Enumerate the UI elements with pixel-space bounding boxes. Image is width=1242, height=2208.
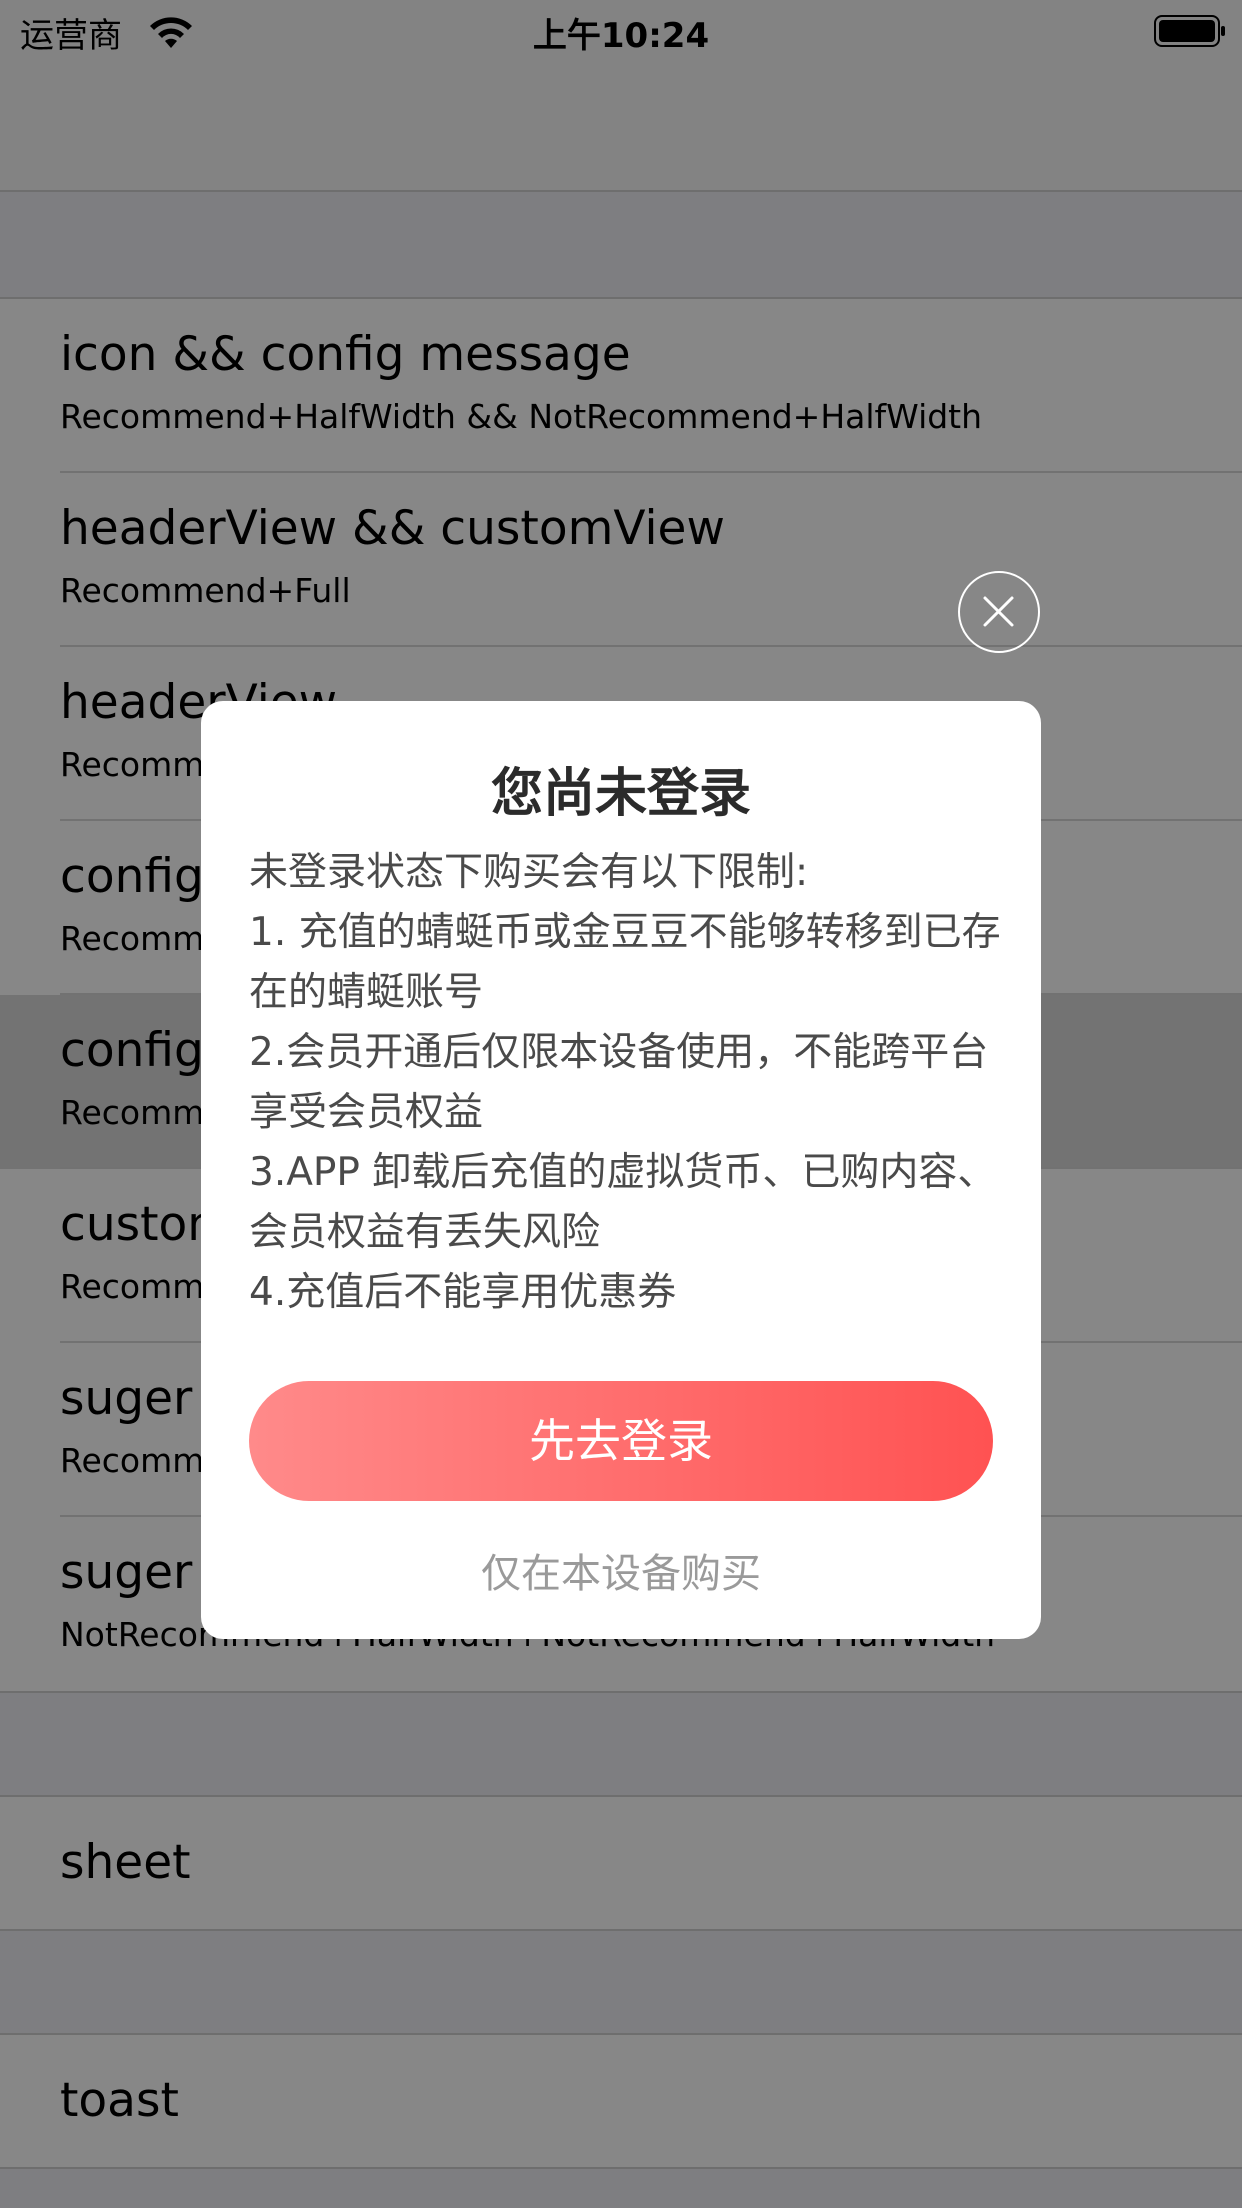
close-button[interactable] xyxy=(958,571,1040,653)
alert-message-line: 4.充值后不能享用优惠券 xyxy=(249,1270,677,1315)
alert-message-line: 1. 充值的蜻蜓币或金豆豆不能够转移到已存在的蜻蜓账号 xyxy=(249,910,1001,1015)
alert-message-line: 未登录状态下购买会有以下限制: xyxy=(249,850,809,895)
alert-message: 未登录状态下购买会有以下限制: 1. 充值的蜻蜓币或金豆豆不能够转移到已存在的蜻… xyxy=(249,843,1009,1323)
alert-title: 您尚未登录 xyxy=(490,764,751,824)
device-only-purchase-link[interactable]: 仅在本设备购买 xyxy=(201,1541,1041,1599)
close-icon xyxy=(983,596,1014,627)
alert-message-line: 2.会员开通后仅限本设备使用，不能跨平台享受会员权益 xyxy=(249,1030,989,1135)
login-alert-dialog: 您尚未登录 未登录状态下购买会有以下限制: 1. 充值的蜻蜓币或金豆豆不能够转移… xyxy=(201,701,1041,1639)
alert-message-line: 3.APP 卸载后充值的虚拟货币、已购内容、会员权益有丢失风险 xyxy=(249,1150,997,1255)
login-button[interactable]: 先去登录 xyxy=(249,1381,993,1501)
